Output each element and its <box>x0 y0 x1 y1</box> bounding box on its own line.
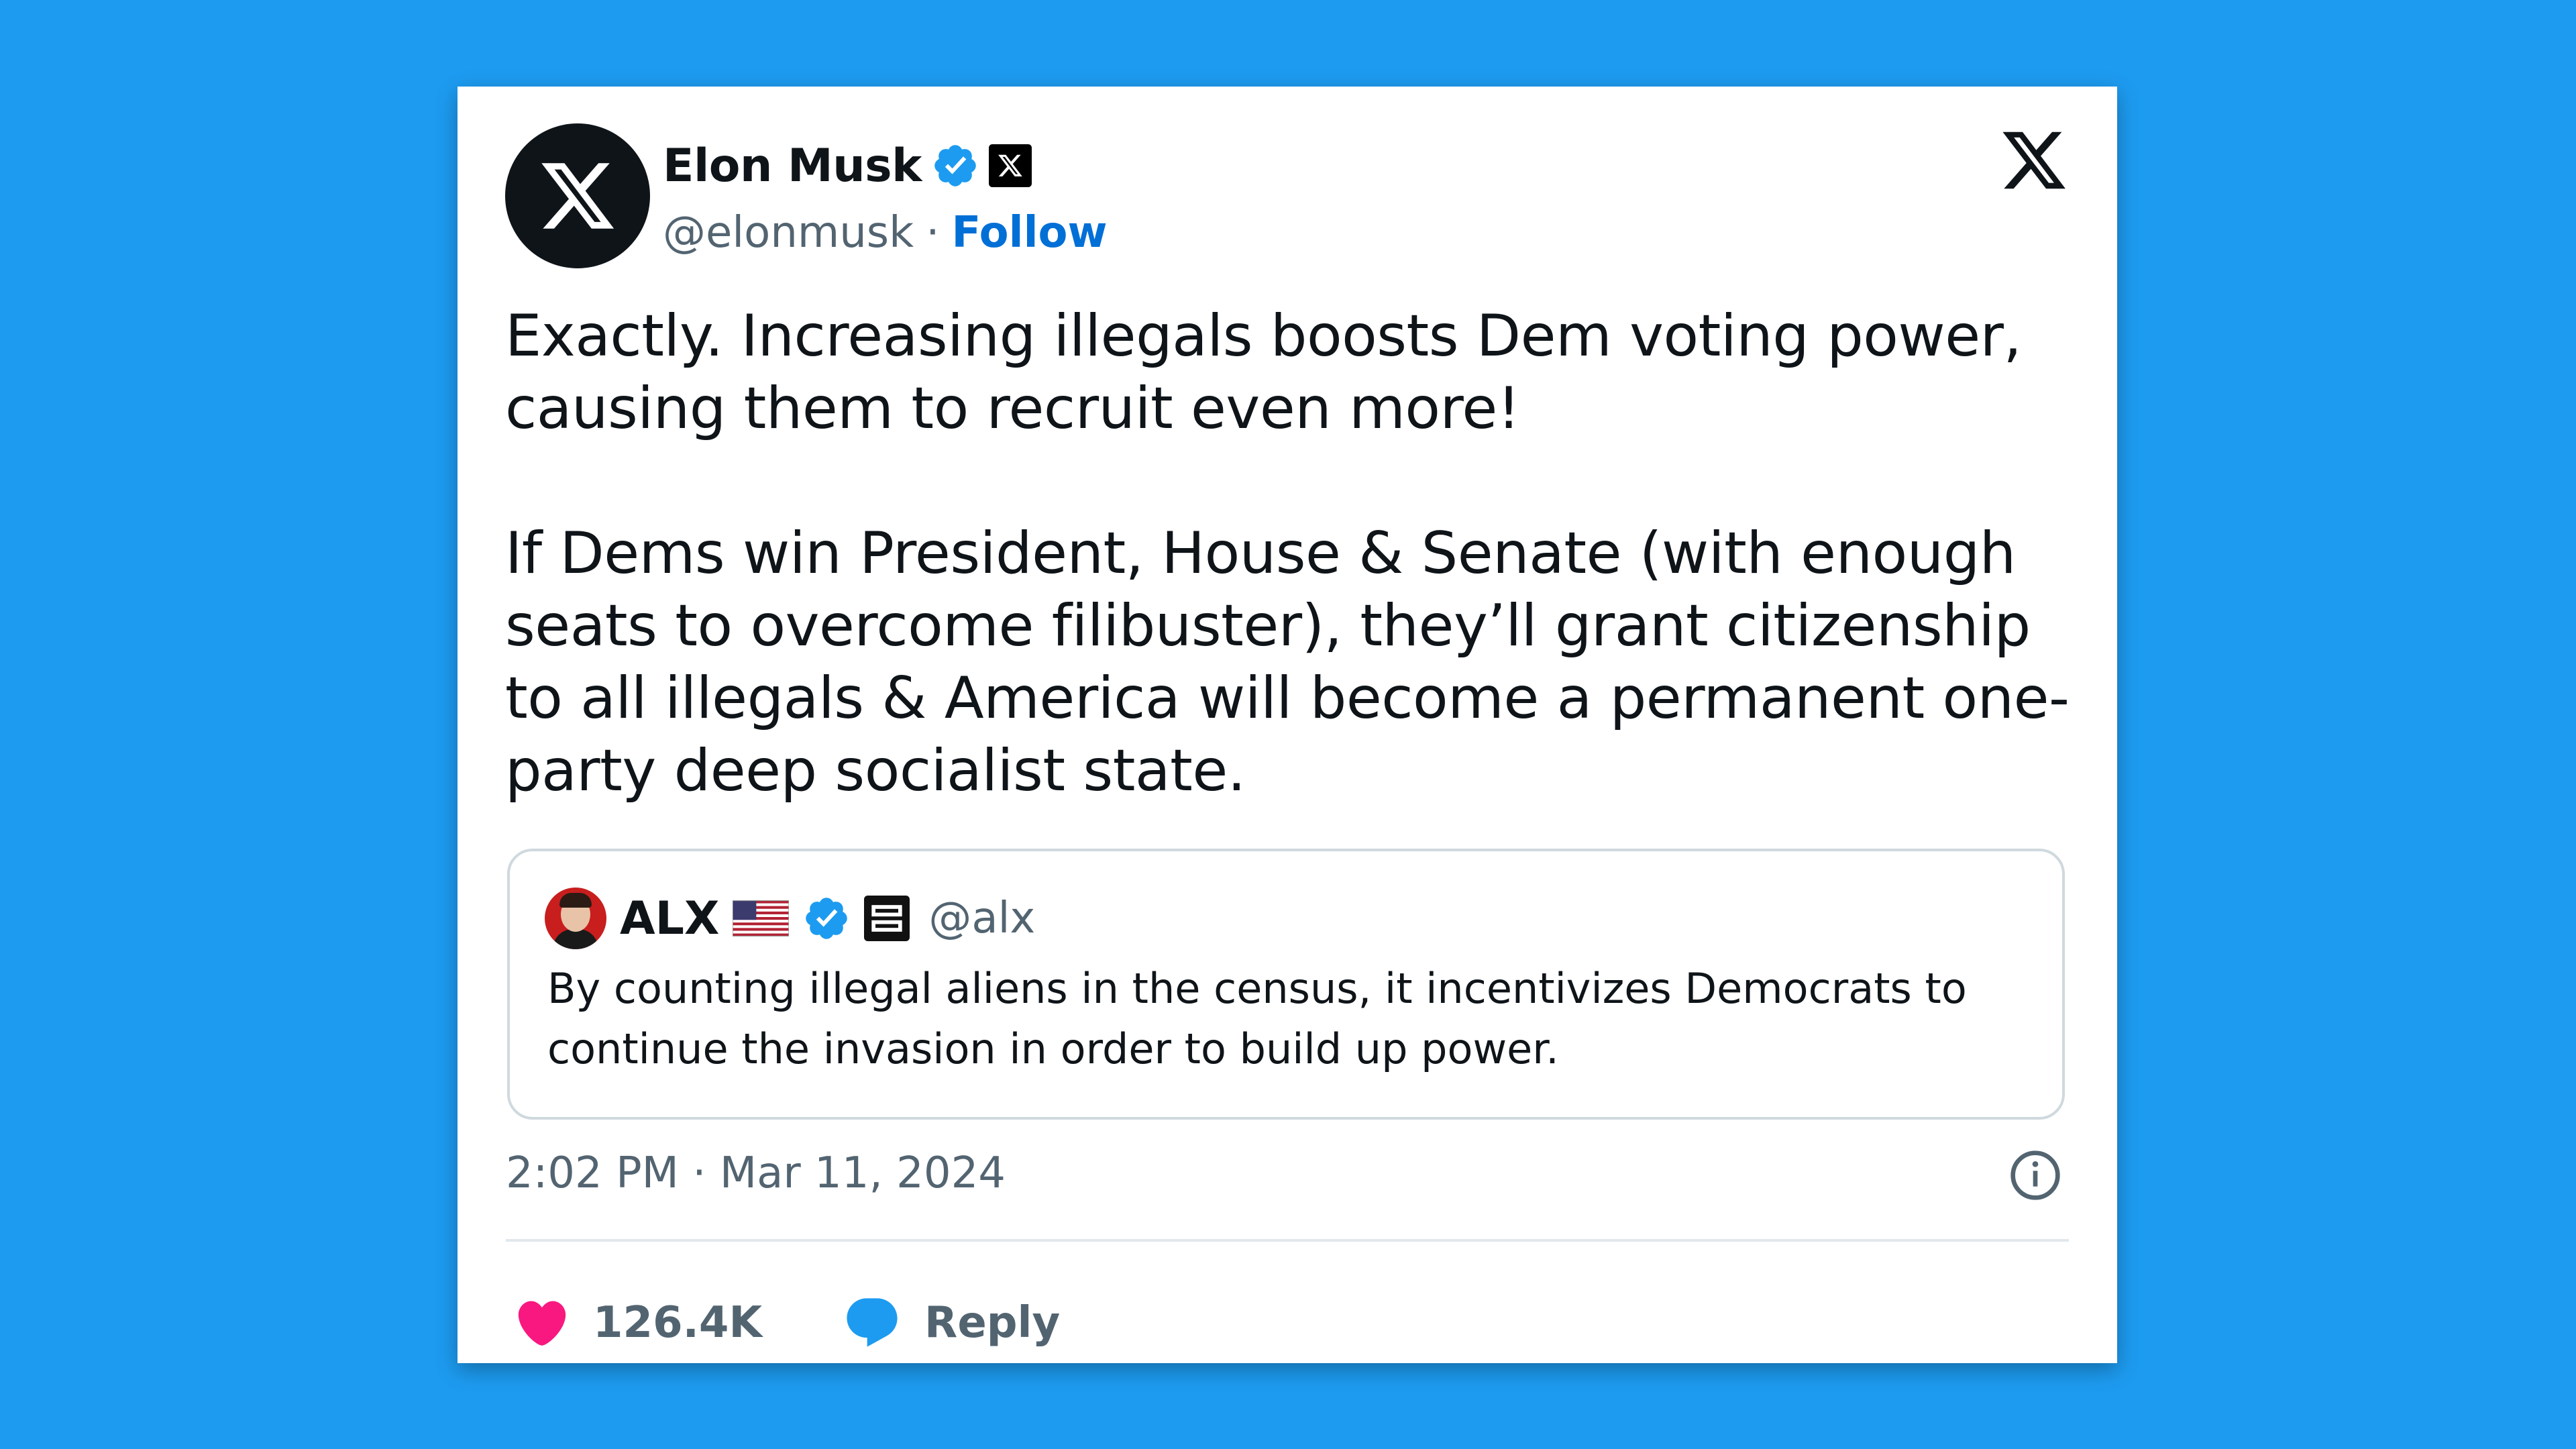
heart-icon <box>518 1301 566 1346</box>
tweet-card: Elon Musk @elonmusk · Follow Exactly. In… <box>458 87 2117 1363</box>
verified-badge-icon <box>806 898 848 939</box>
action-bar: 126.4K Reply <box>514 1279 1140 1366</box>
author-handle-row: @elonmusk · Follow <box>663 199 1108 266</box>
us-flag-icon <box>733 900 790 936</box>
like-count: 126.4K <box>593 1298 763 1348</box>
follow-button[interactable]: Follow <box>952 208 1108 258</box>
separator-dot: · <box>926 208 940 258</box>
reply-label: Reply <box>924 1298 1061 1348</box>
author-avatar[interactable] <box>505 123 650 268</box>
x-affiliate-badge-icon <box>988 144 1032 187</box>
author-handle[interactable]: @elonmusk <box>663 208 914 258</box>
divider <box>506 1239 2069 1242</box>
quoted-tweet-text: By counting illegal aliens in the census… <box>547 964 1967 1073</box>
info-icon[interactable] <box>2008 1148 2062 1202</box>
like-button[interactable]: 126.4K <box>514 1295 762 1351</box>
author-name[interactable]: Elon Musk <box>663 140 922 193</box>
x-logo-icon[interactable] <box>1999 125 2069 195</box>
verified-badge-icon <box>934 145 976 186</box>
reply-button[interactable]: Reply <box>843 1293 1060 1352</box>
quoted-author-name[interactable]: ALX <box>620 892 719 945</box>
quoted-author-avatar[interactable] <box>545 888 606 949</box>
quoted-tweet-header: ALX @alx <box>545 886 1035 951</box>
tweet-timestamp[interactable]: 2:02 PM · Mar 11, 2024 <box>506 1140 1006 1207</box>
affiliate-logo-icon <box>864 896 910 941</box>
quoted-tweet[interactable]: ALX @alx By counting illegal aliens in t… <box>507 849 2065 1120</box>
author-name-row: Elon Musk <box>663 132 1032 199</box>
tweet-text: Exactly. Increasing illegals boosts Dem … <box>505 303 2070 804</box>
reply-bubble-icon <box>847 1298 898 1347</box>
quoted-author-handle[interactable]: @alx <box>928 894 1035 943</box>
x-logo-icon <box>541 163 614 229</box>
